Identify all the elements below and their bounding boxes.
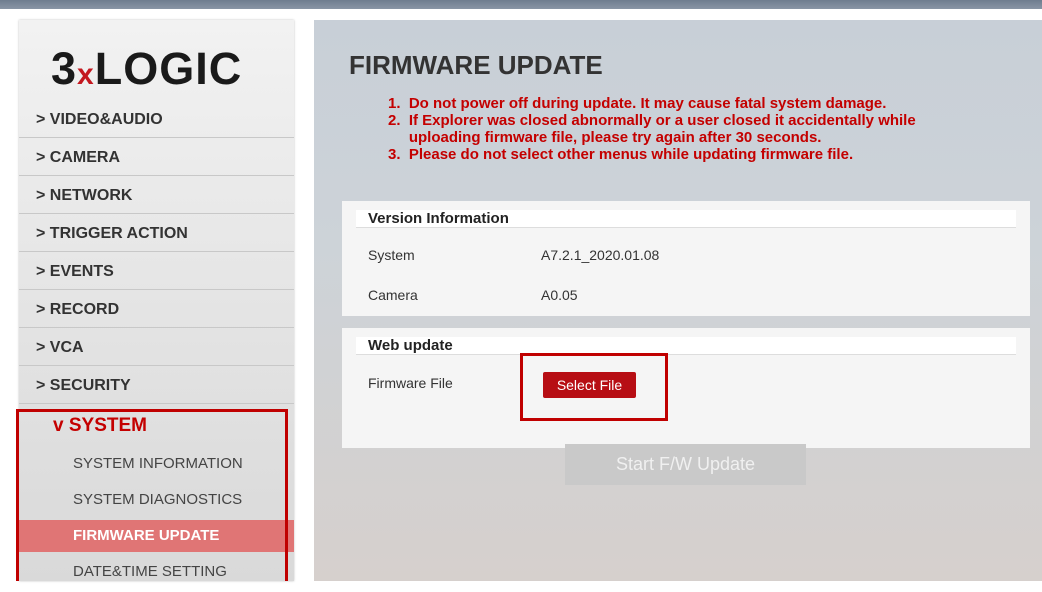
warning-note: 3. Please do not select other menus whil… bbox=[388, 146, 854, 163]
main-content: FIRMWARE UPDATE 1. Do not power off duri… bbox=[314, 20, 1042, 581]
warning-notes: 1. Do not power off during update. It ma… bbox=[388, 95, 916, 163]
system-version-label: System bbox=[368, 247, 415, 263]
camera-version-value: A0.05 bbox=[541, 287, 578, 303]
version-information-panel: Version Information System A7.2.1_2020.0… bbox=[342, 201, 1030, 316]
sidebar-item-record[interactable]: > RECORD bbox=[19, 292, 294, 328]
sidebar-item-security[interactable]: > SECURITY bbox=[19, 368, 294, 404]
top-bar bbox=[0, 0, 1042, 9]
camera-version-label: Camera bbox=[368, 287, 418, 303]
sidebar: 3xLOGIC > VIDEO&AUDIO > CAMERA > NETWORK… bbox=[19, 20, 294, 581]
sidebar-item-vca[interactable]: > VCA bbox=[19, 330, 294, 366]
sidebar-menu: > VIDEO&AUDIO > CAMERA > NETWORK > TRIGG… bbox=[19, 102, 294, 592]
submenu-item-firmware-update[interactable]: FIRMWARE UPDATE bbox=[19, 520, 294, 552]
submenu-item-system-information[interactable]: SYSTEM INFORMATION bbox=[19, 448, 294, 480]
sidebar-item-network[interactable]: > NETWORK bbox=[19, 178, 294, 214]
sidebar-item-camera[interactable]: > CAMERA bbox=[19, 140, 294, 176]
brand-logo: 3xLOGIC bbox=[51, 43, 243, 94]
submenu-item-system-diagnostics[interactable]: SYSTEM DIAGNOSTICS bbox=[19, 484, 294, 516]
web-update-panel: Web update Firmware File Select File bbox=[342, 328, 1030, 448]
page-title: FIRMWARE UPDATE bbox=[349, 50, 603, 80]
sidebar-item-events[interactable]: > EVENTS bbox=[19, 254, 294, 290]
sidebar-item-video-audio[interactable]: > VIDEO&AUDIO bbox=[19, 102, 294, 138]
select-file-button[interactable]: Select File bbox=[543, 372, 636, 398]
web-update-header: Web update bbox=[356, 337, 1016, 355]
version-information-header: Version Information bbox=[356, 210, 1016, 228]
sidebar-item-trigger-action[interactable]: > TRIGGER ACTION bbox=[19, 216, 294, 252]
warning-note: 1. Do not power off during update. It ma… bbox=[388, 95, 887, 112]
start-fw-update-button[interactable]: Start F/W Update bbox=[565, 444, 806, 485]
warning-note: 2. If Explorer was closed abnormally or … bbox=[388, 112, 916, 129]
submenu-item-date-time-setting[interactable]: DATE&TIME SETTING bbox=[19, 556, 294, 588]
sidebar-item-system[interactable]: v SYSTEM bbox=[19, 406, 294, 446]
warning-note: uploading firmware file, please try agai… bbox=[388, 129, 822, 146]
firmware-file-label: Firmware File bbox=[368, 375, 453, 391]
system-version-value: A7.2.1_2020.01.08 bbox=[541, 247, 660, 263]
